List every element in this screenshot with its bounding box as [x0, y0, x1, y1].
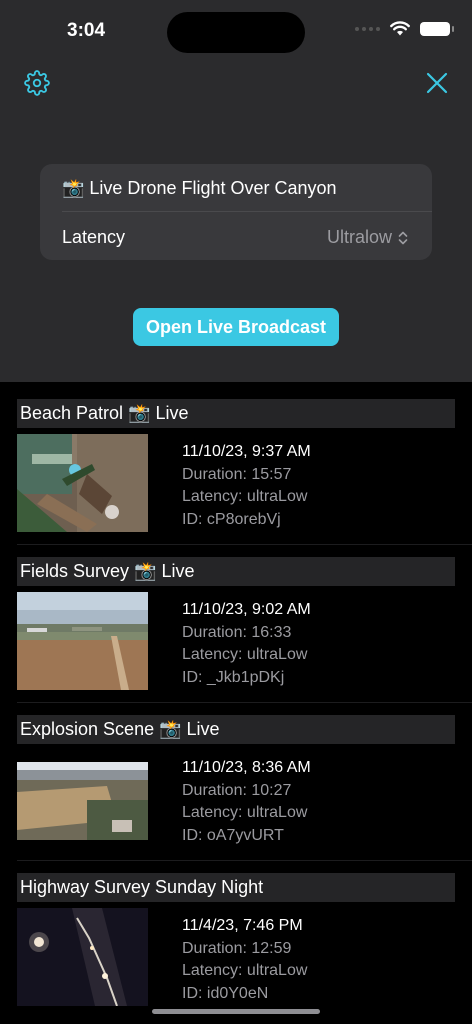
stream-title: 📸 Live Drone Flight Over Canyon: [62, 178, 337, 198]
list-item[interactable]: Fields Survey 📸 Live 11/10/23, 9:02 AM D…: [0, 540, 472, 703]
recording-date: 11/10/23, 8:36 AM: [182, 759, 311, 776]
recording-latency: Latency: ultraLow: [182, 646, 308, 663]
settings-button[interactable]: [24, 70, 50, 96]
recording-id: ID: cP8orebVj: [182, 510, 281, 528]
recording-duration: Duration: 16:33: [182, 623, 292, 641]
dynamic-island: [167, 12, 305, 53]
gear-icon: [24, 70, 50, 96]
battery-icon: [420, 21, 454, 36]
recording-thumbnail: [17, 908, 148, 1006]
top-panel: 3:04 📸 Live Drone Flight Over Canyon Lat…: [0, 0, 472, 382]
close-icon: [426, 72, 448, 94]
recording-thumbnail: [17, 750, 148, 848]
recording-latency: Latency: ultraLow: [182, 488, 308, 505]
recording-details: 11/10/23, 9:37 AM Duration: 15:57 Latenc…: [182, 441, 311, 531]
recording-title: Explosion Scene 📸 Live: [17, 715, 455, 744]
recording-thumbnail: [17, 434, 148, 532]
recording-duration: Duration: 10:27: [182, 781, 292, 799]
recording-date: 11/10/23, 9:02 AM: [182, 601, 311, 618]
list-item[interactable]: Explosion Scene 📸 Live 11/10/23, 8:36 AM…: [0, 698, 472, 861]
status-icons: [355, 21, 454, 36]
status-time: 3:04: [67, 20, 106, 41]
recording-duration: Duration: 15:57: [182, 465, 292, 483]
recording-id: ID: oA7yvURT: [182, 826, 284, 844]
chevron-up-down-icon: [398, 231, 408, 244]
latency-picker[interactable]: Ultralow: [327, 227, 408, 248]
latency-label: Latency: [62, 227, 126, 247]
recording-date: 11/10/23, 9:37 AM: [182, 443, 311, 460]
recording-title: Beach Patrol 📸 Live: [17, 399, 455, 428]
open-live-broadcast-button[interactable]: Open Live Broadcast: [133, 308, 339, 346]
recording-thumbnail: [17, 592, 148, 690]
recording-id: ID: _Jkb1pDKj: [182, 668, 285, 686]
recording-date: 11/4/23, 7:46 PM: [182, 917, 303, 934]
close-button[interactable]: [426, 72, 448, 94]
recording-duration: Duration: 12:59: [182, 939, 292, 957]
recording-latency: Latency: ultraLow: [182, 962, 308, 979]
recording-latency: Latency: ultraLow: [182, 804, 308, 821]
recording-title: Fields Survey 📸 Live: [17, 557, 455, 586]
stream-settings-card: 📸 Live Drone Flight Over Canyon Latency …: [40, 164, 432, 260]
recording-id: ID: id0Y0eN: [182, 984, 269, 1002]
recording-title: Highway Survey Sunday Night: [17, 873, 455, 902]
signal-icon: [355, 26, 380, 31]
recording-details: 11/10/23, 8:36 AM Duration: 10:27 Latenc…: [182, 757, 311, 847]
list-item[interactable]: Beach Patrol 📸 Live 11/10/23, 9:37 AM Du…: [0, 382, 472, 545]
wifi-icon: [390, 21, 410, 36]
latency-value: Ultralow: [326, 227, 392, 247]
home-indicator[interactable]: [152, 1009, 320, 1014]
recording-details: 11/4/23, 7:46 PM Duration: 12:59 Latency…: [182, 915, 307, 1005]
list-item[interactable]: Highway Survey Sunday Night 11/4/23, 7:4…: [0, 856, 472, 1014]
recording-details: 11/10/23, 9:02 AM Duration: 16:33 Latenc…: [182, 599, 311, 689]
card-divider: [62, 211, 432, 212]
